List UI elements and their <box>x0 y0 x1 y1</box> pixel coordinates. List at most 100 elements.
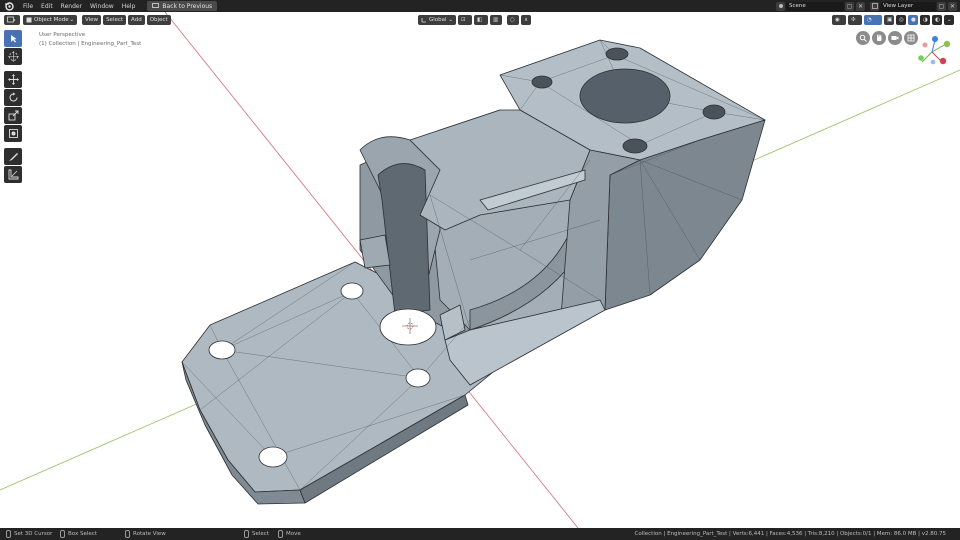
menu-view[interactable]: View <box>82 14 102 25</box>
screen-icon <box>152 3 160 8</box>
overlay-icon: ◔ <box>867 16 872 23</box>
3d-viewport[interactable] <box>0 12 960 528</box>
status-move: Move <box>278 530 301 538</box>
pivot-point-button[interactable]: ⊡ <box>458 14 472 25</box>
overlays-toggle[interactable]: ◔ <box>864 14 882 25</box>
cursor-icon <box>10 35 16 43</box>
mouse-left-icon <box>6 530 11 538</box>
scene-browse-button[interactable] <box>776 1 785 11</box>
status-select: Select <box>244 530 269 538</box>
hole <box>340 282 364 300</box>
delete-scene-button[interactable]: ✕ <box>856 1 865 11</box>
status-box-select: Box Select <box>60 530 97 538</box>
proportional-falloff-button[interactable]: ∧ <box>521 14 531 25</box>
view-layer-browse-button[interactable] <box>870 1 879 11</box>
camera-view-button[interactable] <box>888 31 902 45</box>
snap-target-button[interactable]: ▥ <box>490 14 502 25</box>
gizmo-neg-y[interactable] <box>918 55 924 61</box>
scene-name-field[interactable]: Scene <box>786 1 844 11</box>
gizmo-neg-z[interactable] <box>930 59 936 65</box>
move-icon <box>7 74 19 85</box>
hole <box>208 340 236 360</box>
menu-help[interactable]: Help <box>118 3 140 10</box>
box-select-hint: Box Select <box>68 531 97 537</box>
top-bore <box>579 68 671 124</box>
chevron-down-icon: ⌄ <box>947 16 952 23</box>
mode-select[interactable]: Object Mode ⌄ <box>23 14 77 25</box>
gizmo-y[interactable] <box>943 40 951 48</box>
zoom-icon <box>859 34 867 42</box>
chevron-down-icon: ⌄ <box>448 16 453 23</box>
menu-object[interactable]: Object <box>146 14 171 25</box>
back-to-previous-label: Back to Previous <box>162 2 213 10</box>
rotate-tool-button[interactable] <box>4 89 22 106</box>
rotate-view-hint: Rotate View <box>133 531 166 537</box>
back-to-previous-button[interactable]: Back to Previous <box>147 1 218 11</box>
menu-file[interactable]: File <box>19 3 37 10</box>
wireframe-icon: ◎ <box>899 16 904 23</box>
transform-orientation-select[interactable]: Global ⌄ <box>418 14 456 25</box>
orientation-label: Global <box>429 16 447 23</box>
mouse-right-icon <box>244 530 249 538</box>
editor-type-button[interactable] <box>4 14 20 25</box>
eye-icon: ◉ <box>835 16 840 23</box>
proportional-icon: ○ <box>510 16 515 23</box>
transform-icon <box>8 129 18 138</box>
close-icon: ✕ <box>949 2 956 10</box>
tool-shelf <box>4 30 24 183</box>
shading-options-button[interactable]: ⌄ <box>944 14 954 25</box>
annotate-tool-button[interactable] <box>4 148 22 165</box>
navigation-gizmo[interactable] <box>912 32 952 72</box>
large-bore <box>379 308 437 346</box>
menu-window[interactable]: Window <box>86 3 118 10</box>
hole <box>405 368 431 388</box>
gizmo-z[interactable] <box>932 36 938 42</box>
annotate-icon <box>8 153 18 161</box>
menu-render[interactable]: Render <box>57 3 86 10</box>
select-tool-button[interactable] <box>4 30 22 47</box>
view-name: User Perspective <box>39 32 86 38</box>
shading-rendered-button[interactable]: ◐ <box>932 14 942 25</box>
pan-button[interactable] <box>872 31 886 45</box>
transform-tool-button[interactable] <box>4 125 22 142</box>
new-view-layer-button[interactable]: ▢ <box>937 1 946 11</box>
blender-window: File Edit Render Window Help Back to Pre… <box>0 0 960 540</box>
shading-wireframe-button[interactable]: ◎ <box>896 14 906 25</box>
cursor-tool-button[interactable] <box>4 48 22 65</box>
snap-toggle[interactable]: ◧ <box>474 14 488 25</box>
xray-toggle[interactable]: ▣ <box>884 14 894 25</box>
solid-icon: ● <box>911 16 916 23</box>
rendered-icon: ◐ <box>935 16 940 23</box>
hole <box>258 446 288 468</box>
scene-statistics: Collection | Engineering_Part_Test | Ver… <box>634 531 946 537</box>
pivot-icon: ⊡ <box>461 16 466 23</box>
left-click-hint: Set 3D Cursor <box>14 531 53 537</box>
shading-solid-button[interactable]: ● <box>908 14 918 25</box>
blender-logo-icon[interactable] <box>4 1 14 11</box>
scale-icon <box>8 110 18 121</box>
mode-label: Object Mode <box>34 16 69 23</box>
menu-select[interactable]: Select <box>103 14 127 25</box>
3d-view-icon <box>7 16 16 23</box>
new-scene-button[interactable]: ▢ <box>845 1 854 11</box>
gizmo-toggle[interactable]: ✣ <box>848 14 862 25</box>
zoom-button[interactable] <box>856 31 870 45</box>
view-layer-field[interactable]: View Layer <box>880 1 936 11</box>
proportional-edit-toggle[interactable]: ○ <box>507 14 519 25</box>
view-object-types-button[interactable]: ◉ <box>832 14 846 25</box>
gizmo-x[interactable] <box>939 57 947 65</box>
measure-tool-button[interactable] <box>4 166 22 183</box>
menu-add[interactable]: Add <box>128 14 145 25</box>
gizmo-neg-x[interactable] <box>922 42 928 48</box>
mouse-drag-icon <box>60 530 65 538</box>
copy-icon: ▢ <box>846 2 853 10</box>
scale-tool-button[interactable] <box>4 107 22 124</box>
delete-view-layer-button[interactable]: ✕ <box>948 1 957 11</box>
navigation-buttons <box>856 31 918 45</box>
status-bar: Set 3D Cursor Box Select Rotate View Sel… <box>0 528 960 540</box>
hole <box>702 104 726 120</box>
shading-material-button[interactable]: ◑ <box>920 14 930 25</box>
engineering-part-mesh[interactable] <box>181 39 766 505</box>
menu-edit[interactable]: Edit <box>37 3 57 10</box>
move-tool-button[interactable] <box>4 71 22 88</box>
